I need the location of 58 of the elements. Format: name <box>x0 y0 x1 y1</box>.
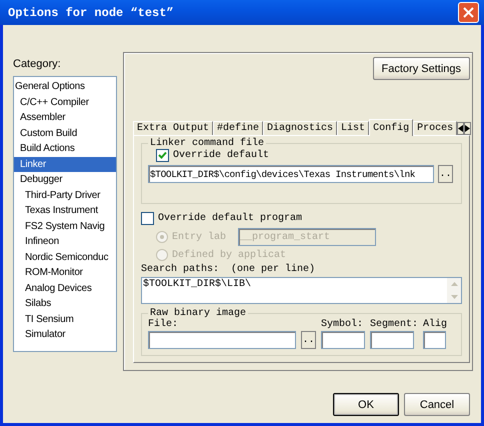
search-path-text: $TOOLKIT_DIR$\LIB\ <box>142 278 252 292</box>
input-field[interactable] <box>321 331 365 349</box>
category-item[interactable]: Texas Instrument <box>14 203 116 218</box>
category-item[interactable]: Infineon <box>14 234 116 250</box>
category-item[interactable]: Silabs <box>14 296 116 312</box>
category-item[interactable]: FS2 System Navig <box>14 218 116 234</box>
category-item[interactable]: General Options <box>14 79 116 94</box>
category-item[interactable]: Nordic Semiconduc <box>14 250 116 265</box>
file-label: File: <box>148 319 180 330</box>
category-item[interactable]: C/C++ Compiler <box>14 94 116 110</box>
input-field[interactable] <box>423 331 446 349</box>
linker-file-field[interactable]: $TOOLKIT_DIR$\config\devices\Texas Instruments\lnk <box>148 165 434 183</box>
category-item[interactable]: Analog Devices <box>14 280 116 296</box>
dialog-button[interactable]: OK <box>333 393 399 416</box>
input-field[interactable] <box>370 331 414 349</box>
tab[interactable]: Config <box>369 119 414 136</box>
search-paths-label: Search paths: <box>141 264 220 275</box>
category-item[interactable]: Third-Party Driver <box>14 188 116 203</box>
close-button[interactable] <box>458 2 479 23</box>
radio-label: Entry lab <box>172 232 228 242</box>
search-paths-hint: (one per line) <box>231 264 316 275</box>
tab[interactable]: Proces <box>413 121 458 135</box>
browse-button[interactable]: .. <box>301 331 316 349</box>
search-paths-field[interactable]: $TOOLKIT_DIR$\LIB\ <box>141 277 462 304</box>
close-icon <box>463 7 474 18</box>
category-item[interactable]: Build Actions <box>14 141 116 156</box>
right-arrow-icon <box>465 125 470 132</box>
group-label: Raw binary image <box>150 308 248 319</box>
tab[interactable]: Diagnostics <box>263 121 338 135</box>
dialog-button[interactable]: Cancel <box>404 393 470 416</box>
scrollbar[interactable] <box>447 278 461 303</box>
up-arrow-icon <box>450 282 458 286</box>
category-item[interactable]: Linker <box>14 156 116 172</box>
checkbox[interactable] <box>156 149 169 162</box>
category-item[interactable]: Custom Build <box>14 126 116 141</box>
category-item[interactable]: Simulator <box>14 327 116 342</box>
radio-label: Defined by applicat <box>172 250 286 260</box>
category-label: Category: <box>13 58 62 70</box>
factory-settings-button[interactable]: Factory Settings <box>372 57 470 80</box>
checkbox-label: Override default program <box>158 213 302 224</box>
field-label: Segment: <box>370 319 418 330</box>
tab[interactable]: #define <box>213 121 264 135</box>
field-label: Symbol: <box>321 319 364 330</box>
tab[interactable]: Extra Output <box>133 121 214 135</box>
category-item[interactable]: Assembler <box>14 110 116 126</box>
file-field[interactable] <box>148 331 296 349</box>
window-title: Options for node “test” <box>8 6 174 20</box>
category-item[interactable]: ROM-Monitor <box>14 265 116 280</box>
category-item[interactable]: Debugger <box>14 172 116 188</box>
tab[interactable]: List <box>337 121 370 135</box>
checkbox-label: Override default <box>173 150 270 161</box>
down-arrow-icon <box>450 295 458 299</box>
group-label: Linker command file <box>149 138 266 149</box>
field-label: Alig <box>423 319 448 330</box>
checkbox[interactable] <box>141 212 154 225</box>
left-arrow-icon <box>458 125 464 132</box>
category-item[interactable]: TI Sensium <box>14 312 116 327</box>
browse-button[interactable]: .. <box>438 165 453 183</box>
